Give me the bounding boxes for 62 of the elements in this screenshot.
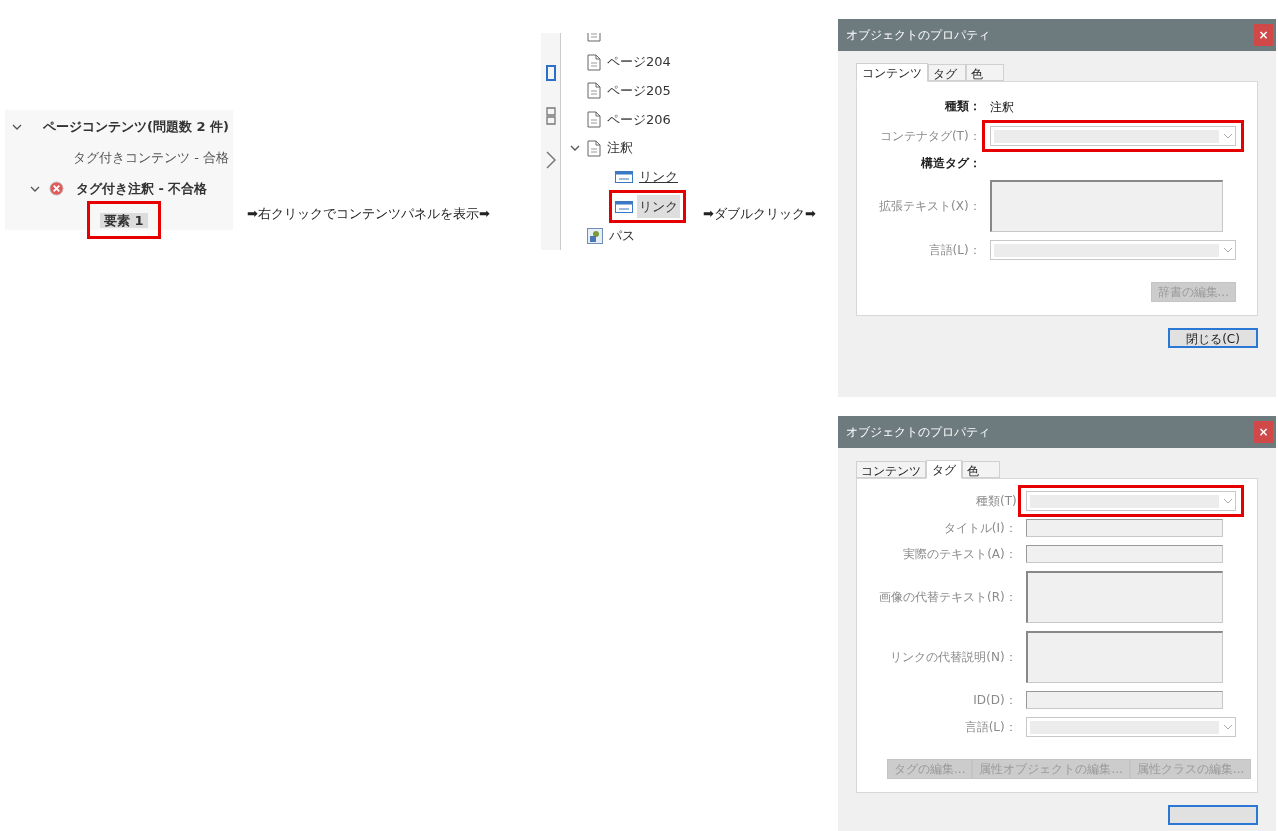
field-label: 画像の代替テキスト(R)： (879, 589, 1017, 606)
tab[interactable]: 色 (966, 64, 1004, 81)
field-label: タイトル(I)： (942, 520, 1017, 537)
text-field[interactable] (1025, 519, 1223, 537)
text-field[interactable] (1025, 545, 1223, 563)
field-label: 言語(L)： (963, 719, 1017, 736)
dropdown-field[interactable] (1025, 717, 1236, 737)
step-caption: ➡右クリックでコンテンツパネルを表示➡ (247, 205, 490, 223)
field-label: 言語(L)： (927, 242, 981, 259)
window-title: オブジェクトのプロパティ (846, 424, 990, 441)
close-dialog-button[interactable] (1168, 805, 1258, 825)
link-annotation-icon (615, 200, 633, 213)
layers-icon[interactable] (545, 107, 556, 125)
dropdown-field[interactable] (989, 240, 1236, 260)
error-icon (49, 181, 64, 196)
tab[interactable]: コンテンツ (856, 461, 926, 478)
field-label: ID(D)： (972, 692, 1017, 709)
field-label: コンテナタグ(T)： (879, 128, 981, 145)
chevron-down-icon (1223, 724, 1233, 730)
tree-item-label[interactable]: リンク (637, 194, 680, 219)
step-caption: ➡ダブルクリック➡ (703, 205, 816, 223)
text-area[interactable] (1025, 571, 1223, 623)
image-icon (587, 227, 603, 244)
field-label: 種類(T) (975, 493, 1017, 510)
document-icon[interactable] (545, 65, 556, 81)
close-dialog-button[interactable]: 閉じる(C) (1168, 328, 1258, 348)
tree-item-label[interactable]: 要素 1 (100, 212, 148, 228)
field-value: 注釈 (989, 100, 1014, 114)
tree-item-label[interactable]: ページ205 (605, 78, 673, 103)
dropdown-field[interactable] (1025, 491, 1236, 511)
close-button[interactable]: × (1254, 421, 1273, 443)
chevron-down-icon (1223, 247, 1233, 253)
tree-item-label[interactable]: タグ付き注釈 - 不合格 (72, 178, 212, 199)
tree-item-label[interactable]: タグ付きコンテンツ - 合格 (69, 147, 233, 168)
tree-item-label[interactable]: 注釈 (605, 136, 635, 160)
tree-item-label[interactable]: ページコンテンツ(問題数 2 件) (39, 116, 233, 137)
field-label: 実際のテキスト(A)： (902, 546, 1017, 563)
document-icon (587, 53, 601, 71)
tab[interactable]: タグ (928, 64, 966, 81)
text-area[interactable] (989, 180, 1223, 232)
tab[interactable]: 色 (962, 461, 1000, 478)
link-annotation-icon (615, 171, 633, 184)
window-title: オブジェクトのプロパティ (846, 27, 990, 44)
field-label: 拡張テキスト(X)： (879, 198, 981, 215)
field-label: 種類： (943, 98, 981, 115)
dropdown-field[interactable] (989, 126, 1236, 146)
text-field[interactable] (1025, 691, 1223, 709)
tree-item-label[interactable]: リンク (637, 165, 680, 189)
document-icon (587, 82, 601, 100)
tree-item-label[interactable]: パス (607, 223, 637, 248)
document-icon (587, 110, 601, 128)
document-icon (587, 139, 601, 157)
tree-item-label[interactable]: ページ206 (605, 107, 673, 132)
field-label: 構造タグ： (919, 155, 981, 172)
chevron-down-icon (1223, 133, 1233, 139)
tree-item-label[interactable]: ページ204 (605, 50, 673, 74)
tab[interactable]: タグ (926, 460, 962, 479)
chevron-down-icon (1223, 498, 1233, 504)
tab[interactable]: コンテンツ (856, 63, 928, 82)
field-label: リンクの代替説明(N)： (889, 649, 1017, 666)
close-button[interactable]: × (1254, 24, 1273, 46)
text-area[interactable] (1025, 631, 1223, 683)
